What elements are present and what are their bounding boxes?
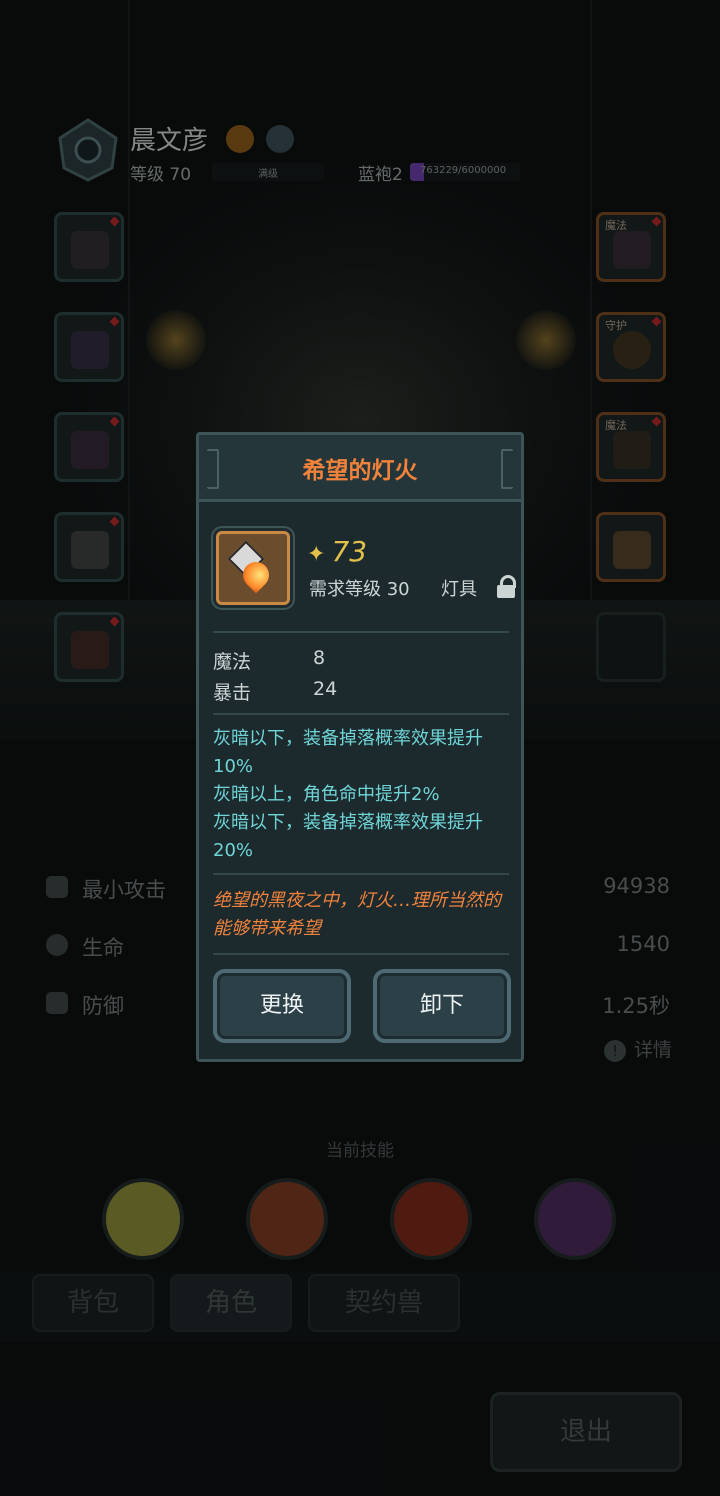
lock-icon[interactable] [495,575,517,599]
flavor-text: 绝望的黑夜之中，灯火…理所当然的能够带来希望 [213,890,501,939]
item-name: 希望的灯火 [302,458,418,484]
divider [213,713,509,715]
item-level-requirement: 需求等级 30 [309,579,410,600]
affix-text: 灰暗以下，装备掉落概率效果提升10% [213,728,483,777]
divider [213,631,509,633]
attribute-row: 魔法 8 [213,647,325,674]
unequip-label: 卸下 [419,993,464,1018]
item-detail-dialog: 希望的灯火 ✦ 73 需求等级 30 灯具 魔法 8 暴击 24 灰暗以下，装备掉… [196,432,524,1062]
divider [213,873,509,875]
item-power: ✦ 73 [307,535,367,568]
item-power-value: 73 [331,535,368,568]
attribute-value: 24 [313,678,338,700]
attribute-name: 暴击 [213,682,252,704]
divider [213,953,509,955]
dialog-header: 希望的灯火 [199,435,521,502]
unequip-button[interactable]: 卸下 [373,969,511,1043]
affix-text: 灰暗以上，角色命中提升2% [213,784,440,805]
replace-label: 更换 [259,993,304,1018]
attribute-row: 暴击 24 [213,678,337,705]
attribute-value: 8 [313,647,326,669]
item-equip-type: 灯具 [441,579,477,600]
affix-text: 灰暗以下，装备掉落概率效果提升20% [213,812,483,861]
power-icon: ✦ [307,542,326,567]
attribute-name: 魔法 [213,651,252,673]
replace-button[interactable]: 更换 [213,969,351,1043]
lamp-item-icon [216,531,290,605]
